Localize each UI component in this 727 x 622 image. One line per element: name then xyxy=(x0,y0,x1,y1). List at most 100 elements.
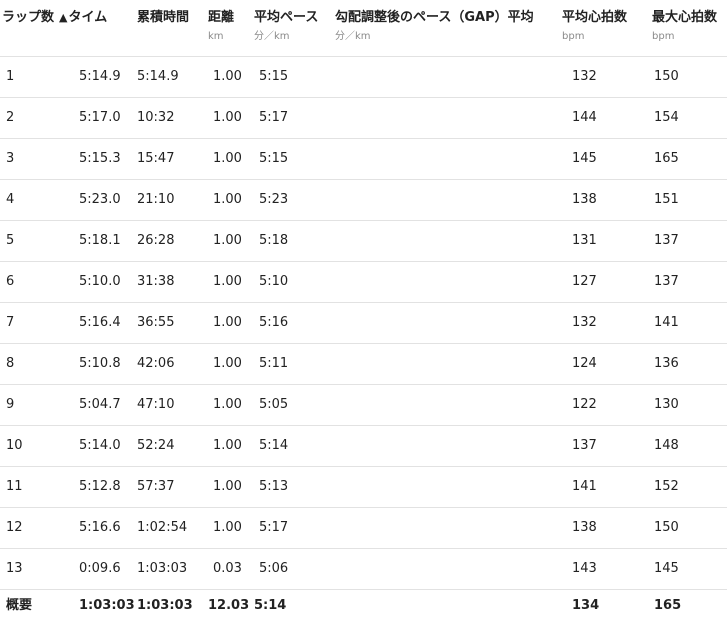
lap-avg-pace: 5:17 xyxy=(249,508,334,549)
table-row: 11 5:12.8 57:37 1.00 5:13 141 152 xyxy=(0,467,727,508)
summary-avg-pace: 5:14 xyxy=(249,590,334,622)
lap-distance: 1.00 xyxy=(203,139,249,180)
lap-time: 0:09.6 xyxy=(76,549,134,590)
lap-time: 5:10.8 xyxy=(76,344,134,385)
summary-distance: 12.03 xyxy=(203,590,249,622)
table-row: 10 5:14.0 52:24 1.00 5:14 137 148 xyxy=(0,426,727,467)
lap-avg-hr: 144 xyxy=(560,98,646,139)
header-cumulative-label: 累積時間 xyxy=(137,0,203,26)
header-avg-pace-label: 平均ペース xyxy=(254,0,334,26)
header-gap[interactable]: 勾配調整後のペース（GAP）平均 分／km xyxy=(334,0,560,57)
lap-avg-pace: 5:16 xyxy=(249,303,334,344)
lap-time: 5:16.4 xyxy=(76,303,134,344)
lap-max-hr: 141 xyxy=(646,303,727,344)
header-row: ラップ数 ▲タイム 累積時間 距離 km 平均ペース 分／km 勾配調整後のペー… xyxy=(0,0,727,57)
lap-avg-pace: 5:06 xyxy=(249,549,334,590)
laps-table: ラップ数 ▲タイム 累積時間 距離 km 平均ペース 分／km 勾配調整後のペー… xyxy=(0,0,727,622)
lap-number: 8 xyxy=(0,344,76,385)
lap-avg-hr: 127 xyxy=(560,262,646,303)
lap-avg-hr: 145 xyxy=(560,139,646,180)
lap-avg-hr: 141 xyxy=(560,467,646,508)
lap-avg-hr: 122 xyxy=(560,385,646,426)
lap-number: 9 xyxy=(0,385,76,426)
header-cumulative[interactable]: 累積時間 xyxy=(134,0,203,57)
lap-time: 5:18.1 xyxy=(76,221,134,262)
summary-gap xyxy=(334,590,560,622)
lap-gap xyxy=(334,221,560,262)
table-row: 13 0:09.6 1:03:03 0.03 5:06 143 145 xyxy=(0,549,727,590)
header-distance[interactable]: 距離 km xyxy=(203,0,249,57)
lap-number: 10 xyxy=(0,426,76,467)
lap-gap xyxy=(334,98,560,139)
lap-max-hr: 150 xyxy=(646,57,727,98)
lap-distance: 1.00 xyxy=(203,303,249,344)
lap-cumulative: 5:14.9 xyxy=(134,57,203,98)
lap-avg-hr: 131 xyxy=(560,221,646,262)
lap-distance: 1.00 xyxy=(203,57,249,98)
lap-number: 11 xyxy=(0,467,76,508)
lap-cumulative: 52:24 xyxy=(134,426,203,467)
lap-avg-hr: 137 xyxy=(560,426,646,467)
table-row: 8 5:10.8 42:06 1.00 5:11 124 136 xyxy=(0,344,727,385)
header-gap-unit: 分／km xyxy=(335,31,560,43)
header-time[interactable]: ▲タイム xyxy=(76,0,134,57)
table-row: 9 5:04.7 47:10 1.00 5:05 122 130 xyxy=(0,385,727,426)
header-avg-hr[interactable]: 平均心拍数 bpm xyxy=(560,0,646,57)
lap-number: 6 xyxy=(0,262,76,303)
lap-gap xyxy=(334,139,560,180)
header-max-hr[interactable]: 最大心拍数 bpm xyxy=(646,0,727,57)
lap-distance: 1.00 xyxy=(203,385,249,426)
lap-gap xyxy=(334,549,560,590)
lap-cumulative: 31:38 xyxy=(134,262,203,303)
lap-distance: 1.00 xyxy=(203,262,249,303)
header-distance-label: 距離 xyxy=(208,0,249,26)
lap-max-hr: 152 xyxy=(646,467,727,508)
lap-max-hr: 154 xyxy=(646,98,727,139)
lap-avg-hr: 143 xyxy=(560,549,646,590)
lap-avg-pace: 5:15 xyxy=(249,57,334,98)
summary-time: 1:03:03 xyxy=(76,590,134,622)
lap-gap xyxy=(334,426,560,467)
header-avg-pace[interactable]: 平均ペース 分／km xyxy=(249,0,334,57)
lap-cumulative: 1:03:03 xyxy=(134,549,203,590)
lap-max-hr: 136 xyxy=(646,344,727,385)
summary-label: 概要 xyxy=(0,590,76,622)
lap-distance: 1.00 xyxy=(203,180,249,221)
lap-avg-pace: 5:05 xyxy=(249,385,334,426)
lap-gap xyxy=(334,508,560,549)
lap-time: 5:14.0 xyxy=(76,426,134,467)
lap-avg-hr: 138 xyxy=(560,180,646,221)
lap-number: 1 xyxy=(0,57,76,98)
header-avg-pace-unit: 分／km xyxy=(254,31,334,43)
lap-distance: 1.00 xyxy=(203,426,249,467)
sort-ascending-icon: ▲ xyxy=(59,11,67,24)
lap-cumulative: 21:10 xyxy=(134,180,203,221)
lap-cumulative: 26:28 xyxy=(134,221,203,262)
lap-number: 2 xyxy=(0,98,76,139)
table-row: 4 5:23.0 21:10 1.00 5:23 138 151 xyxy=(0,180,727,221)
header-distance-unit: km xyxy=(208,31,249,43)
table-row: 1 5:14.9 5:14.9 1.00 5:15 132 150 xyxy=(0,57,727,98)
table-row: 6 5:10.0 31:38 1.00 5:10 127 137 xyxy=(0,262,727,303)
lap-avg-hr: 124 xyxy=(560,344,646,385)
lap-distance: 1.00 xyxy=(203,221,249,262)
table-row: 12 5:16.6 1:02:54 1.00 5:17 138 150 xyxy=(0,508,727,549)
table-row: 3 5:15.3 15:47 1.00 5:15 145 165 xyxy=(0,139,727,180)
summary-max-hr: 165 xyxy=(646,590,727,622)
lap-number: 5 xyxy=(0,221,76,262)
lap-time: 5:14.9 xyxy=(76,57,134,98)
lap-distance: 1.00 xyxy=(203,344,249,385)
header-max-hr-unit: bpm xyxy=(652,31,727,43)
table-body: 1 5:14.9 5:14.9 1.00 5:15 132 150 2 5:17… xyxy=(0,57,727,622)
lap-avg-hr: 132 xyxy=(560,303,646,344)
lap-gap xyxy=(334,385,560,426)
table-row: 5 5:18.1 26:28 1.00 5:18 131 137 xyxy=(0,221,727,262)
lap-cumulative: 47:10 xyxy=(134,385,203,426)
lap-number: 3 xyxy=(0,139,76,180)
lap-time: 5:16.6 xyxy=(76,508,134,549)
lap-time: 5:15.3 xyxy=(76,139,134,180)
header-avg-hr-unit: bpm xyxy=(562,31,646,43)
lap-time: 5:23.0 xyxy=(76,180,134,221)
lap-time: 5:12.8 xyxy=(76,467,134,508)
lap-max-hr: 137 xyxy=(646,221,727,262)
